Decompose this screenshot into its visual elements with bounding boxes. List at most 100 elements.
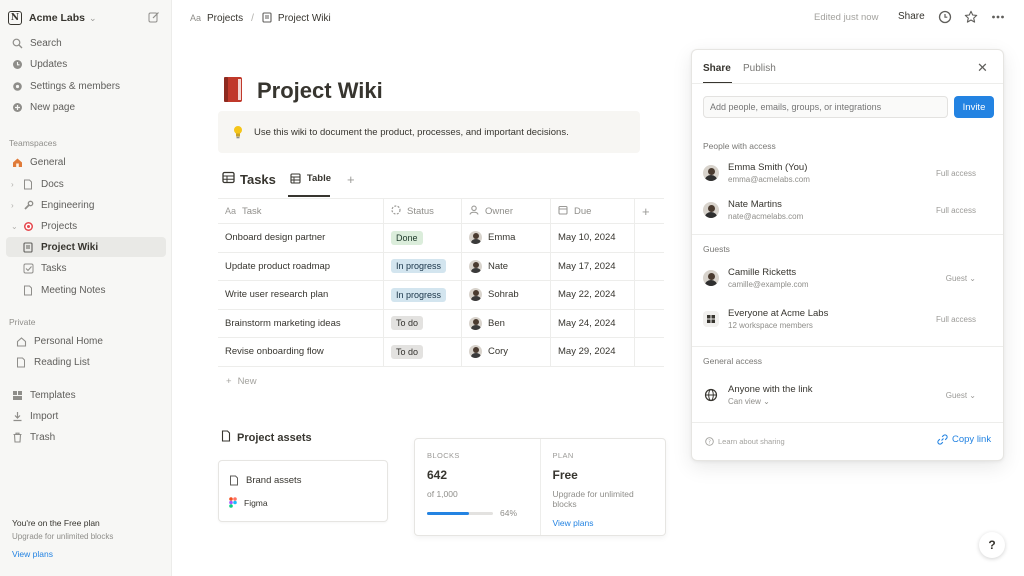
close-icon[interactable]: ✕ (977, 60, 988, 76)
column-header-status[interactable]: Status (384, 199, 462, 223)
book-icon[interactable] (222, 76, 244, 104)
owner-cell[interactable]: Nate (462, 252, 551, 280)
task-cell[interactable]: Write user research plan (218, 281, 384, 309)
sidebar-item-docs[interactable]: › Docs (6, 174, 166, 194)
chevron-down-icon[interactable]: ⌄ (11, 222, 19, 231)
sidebar-item-general[interactable]: General (6, 152, 166, 172)
invite-input[interactable] (703, 96, 948, 118)
table-row[interactable]: Revise onboarding flow To do Cory May 29, 2… (218, 338, 664, 367)
status-cell[interactable]: Done (384, 224, 462, 252)
status-cell[interactable]: To do (384, 309, 462, 337)
access-level[interactable]: Full access (936, 206, 976, 215)
help-button[interactable]: ? (979, 532, 1005, 558)
sidebar-item-personal-home[interactable]: Personal Home (6, 331, 166, 351)
status-cell[interactable]: To do (384, 338, 462, 366)
breadcrumb-item-projects[interactable]: Projects (207, 13, 243, 24)
owner-cell[interactable]: Cory (462, 338, 551, 366)
table-icon (222, 171, 235, 187)
access-dropdown[interactable]: Guest ⌄ (946, 391, 976, 400)
share-button[interactable]: Share (898, 11, 925, 22)
learn-about-sharing-link[interactable]: ? Learn about sharing (705, 437, 785, 446)
due-cell[interactable]: May 22, 2024 (551, 281, 635, 309)
permission-dropdown[interactable]: Can view ⌄ (728, 397, 813, 406)
sidebar-item-project-wiki[interactable]: Project Wiki (6, 237, 166, 257)
task-cell[interactable]: Revise onboarding flow (218, 338, 384, 366)
asset-figma[interactable]: Figma (229, 497, 268, 508)
blocks-percent: 64% (500, 508, 518, 519)
callout[interactable]: Use this wiki to document the product, p… (218, 111, 640, 153)
add-column-icon[interactable]: + (635, 199, 664, 223)
owner-name: Sohrab (488, 289, 519, 301)
due-cell[interactable]: May 29, 2024 (551, 338, 635, 366)
workspace-switcher[interactable]: N Acme Labs ⌄ (8, 8, 164, 28)
person-row[interactable]: Nate Martins nate@acmelabs.com Full acces… (703, 195, 994, 225)
access-level[interactable]: Full access (936, 169, 976, 178)
copy-link-button[interactable]: Copy link (937, 434, 991, 445)
sidebar-item-import[interactable]: Import (6, 406, 166, 426)
owner-cell[interactable]: Emma (462, 224, 551, 252)
table-row[interactable]: Onboard design partner Done Emma May 10, 20… (218, 224, 664, 253)
add-view-icon[interactable]: + (347, 172, 355, 187)
sidebar-item-projects[interactable]: ⌄ Projects (6, 216, 166, 236)
sidebar-item-templates[interactable]: Templates (6, 385, 166, 405)
tab-table-view[interactable]: Table (290, 173, 331, 186)
plan-label: PLAN (552, 451, 574, 460)
history-icon[interactable] (937, 9, 953, 25)
link-icon (937, 434, 948, 445)
page-title[interactable]: Project Wiki (257, 78, 383, 104)
invite-button[interactable]: Invite (954, 96, 994, 118)
due-cell[interactable]: May 24, 2024 (551, 309, 635, 337)
task-cell[interactable]: Brainstorm marketing ideas (218, 309, 384, 337)
new-page-edit-icon[interactable] (148, 11, 160, 23)
table-row[interactable]: Brainstorm marketing ideas To do Ben May 24… (218, 309, 664, 338)
sidebar-item-engineering[interactable]: › Engineering (6, 195, 166, 215)
sidebar-item-tasks[interactable]: Tasks (6, 258, 166, 278)
view-plans-link[interactable]: View plans (553, 518, 654, 528)
more-icon[interactable] (990, 9, 1006, 25)
guest-row[interactable]: Camille Ricketts camille@example.com Gues… (703, 263, 994, 293)
asset-brand-assets[interactable]: Brand assets (229, 475, 301, 486)
access-level[interactable]: Full access (936, 315, 976, 324)
chevron-right-icon[interactable]: › (11, 201, 19, 210)
sidebar-item-meeting-notes[interactable]: Meeting Notes (6, 280, 166, 300)
column-header-task[interactable]: Aa Task (218, 199, 384, 223)
task-cell[interactable]: Onboard design partner (218, 224, 384, 252)
person-row[interactable]: Emma Smith (You) emma@acmelabs.com Full a… (703, 158, 994, 188)
sidebar-item-reading-list[interactable]: Reading List (6, 352, 166, 372)
group-row[interactable]: Everyone at Acme Labs 12 workspace member… (703, 304, 994, 334)
avatar (703, 270, 719, 286)
column-header-owner[interactable]: Owner (462, 199, 551, 223)
sidebar-item-search[interactable]: Search (6, 33, 166, 53)
due-date: May 22, 2024 (558, 289, 616, 301)
breadcrumb-item-project-wiki[interactable]: Project Wiki (278, 13, 331, 24)
status-cell[interactable]: In progress (384, 281, 462, 309)
owner-cell[interactable]: Ben (462, 309, 551, 337)
owner-name: Ben (488, 317, 505, 329)
chevron-right-icon[interactable]: › (11, 180, 19, 189)
access-dropdown[interactable]: Guest ⌄ (946, 274, 976, 283)
sidebar-item-settings[interactable]: Settings & members (6, 76, 166, 96)
due-cell[interactable]: May 17, 2024 (551, 252, 635, 280)
column-header-due[interactable]: Due (551, 199, 635, 223)
general-access-row[interactable]: Anyone with the link Can view ⌄ Guest ⌄ (703, 380, 994, 410)
sidebar-item-label: Project Wiki (41, 241, 99, 253)
status-badge: To do (391, 344, 424, 359)
sidebar-item-updates[interactable]: Updates (6, 54, 166, 74)
star-icon[interactable] (963, 9, 979, 25)
view-plans-link[interactable]: View plans (12, 549, 158, 559)
task-cell[interactable]: Update product roadmap (218, 252, 384, 280)
database-title[interactable]: Tasks (240, 172, 276, 187)
plan-subtitle: Upgrade for unlimited blocks (12, 532, 114, 541)
tab-share[interactable]: Share (703, 63, 731, 74)
sidebar-item-trash[interactable]: Trash (6, 427, 166, 447)
avatar (703, 165, 719, 181)
sidebar-item-new-page[interactable]: New page (6, 97, 166, 117)
new-row-button[interactable]: + New (226, 376, 257, 387)
tab-publish[interactable]: Publish (743, 63, 776, 74)
table-row[interactable]: Write user research plan In progress Sohra… (218, 281, 664, 310)
owner-cell[interactable]: Sohrab (462, 281, 551, 309)
due-cell[interactable]: May 10, 2024 (551, 224, 635, 252)
status-cell[interactable]: In progress (384, 252, 462, 280)
table-row[interactable]: Update product roadmap In progress Nate May… (218, 252, 664, 281)
divider (692, 83, 1003, 84)
